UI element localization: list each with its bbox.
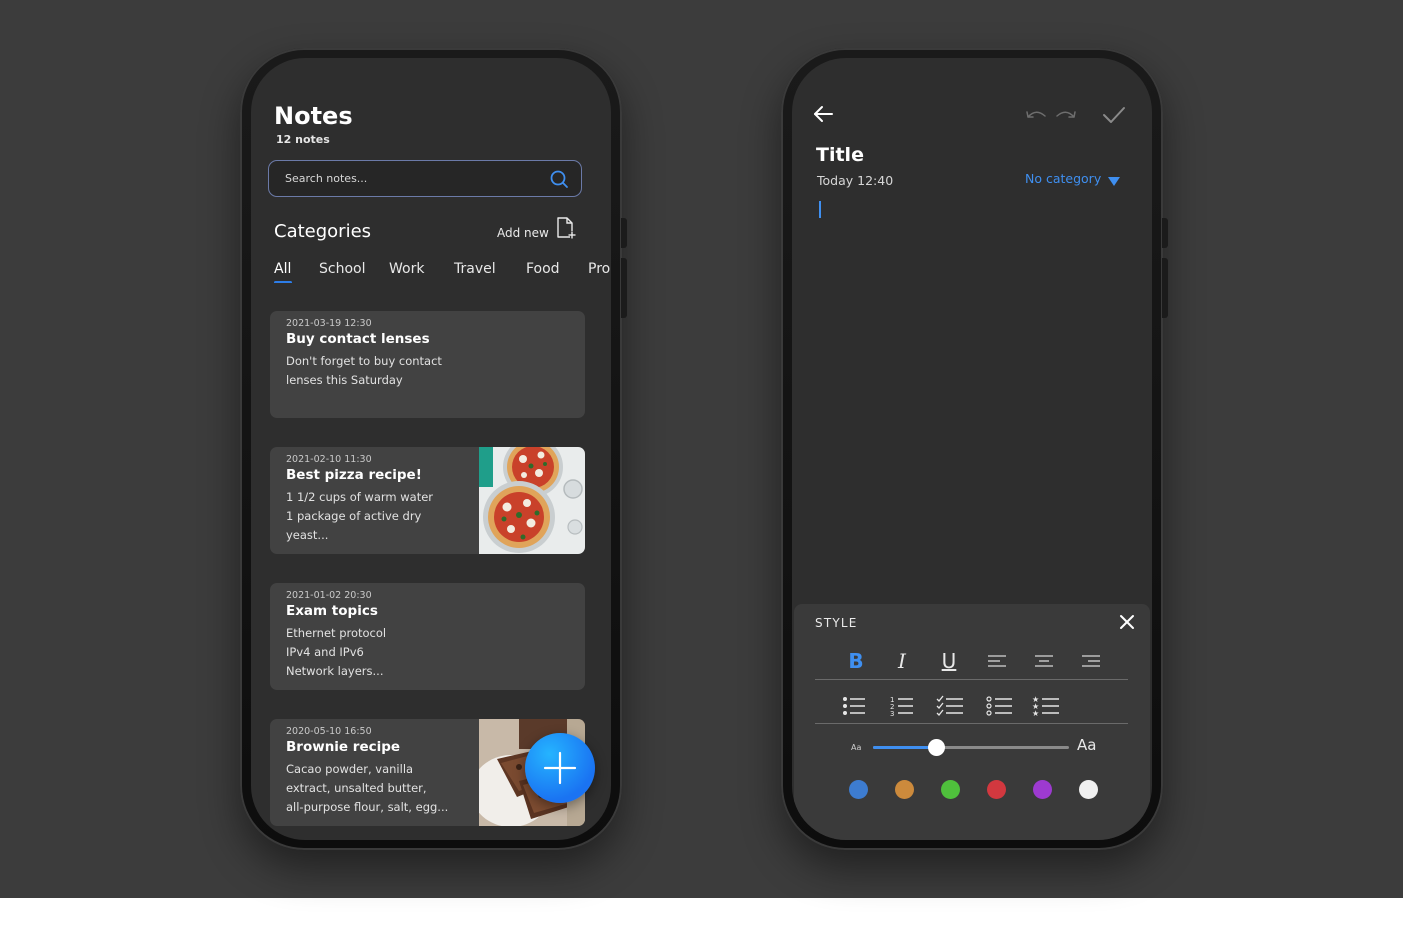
note-title: Brownie recipe (286, 739, 401, 755)
categories-heading: Categories (274, 221, 372, 242)
note-card[interactable]: 2021-01-02 20:30 Exam topics Ethernet pr… (270, 583, 585, 690)
search-input[interactable]: Search notes... (268, 160, 582, 197)
divider (815, 679, 1128, 680)
notes-count: 12 notes (276, 133, 330, 146)
note-preview: Don't forget to buy contact lenses this … (286, 354, 442, 387)
tab-school[interactable]: School (319, 261, 365, 277)
italic-button[interactable]: I (889, 648, 915, 674)
color-swatch-orange[interactable] (895, 780, 914, 799)
note-preview: Cacao powder, vanilla extract, unsalted … (286, 762, 449, 814)
tab-all[interactable]: All (274, 261, 291, 277)
numbered-list-icon[interactable]: 1 2 3 (887, 694, 917, 718)
tab-work[interactable]: Work (389, 261, 424, 277)
note-body-editor[interactable] (812, 198, 1132, 588)
color-swatch-green[interactable] (941, 780, 960, 799)
svg-text:★: ★ (1032, 709, 1039, 718)
canvas-background: Notes 12 notes Search notes... Categorie… (0, 0, 1403, 898)
category-tabs: All School Work Travel Food Pro (274, 261, 611, 283)
search-placeholder: Search notes... (285, 172, 368, 185)
color-swatch-purple[interactable] (1033, 780, 1052, 799)
plus-icon (543, 751, 577, 785)
note-preview: Ethernet protocol IPv4 and IPv6 Network … (286, 626, 387, 678)
note-preview: 1 1/2 cups of warm water 1 package of ac… (286, 490, 434, 542)
phone-side-button (621, 258, 627, 318)
style-panel: STYLE B I U 1 2 3 ★ ★ ★ Aa Aa (794, 604, 1150, 840)
align-right-icon[interactable] (1078, 648, 1104, 674)
checklist-icon[interactable] (935, 694, 965, 718)
undo-icon[interactable] (1024, 106, 1048, 124)
category-dropdown[interactable]: No category (1025, 171, 1101, 186)
add-category-button[interactable]: Add new (497, 226, 549, 240)
editor-screen: Title Today 12:40 No category STYLE B I … (792, 58, 1152, 840)
tab-pro[interactable]: Pro (588, 261, 610, 277)
color-swatch-red[interactable] (987, 780, 1006, 799)
note-title: Exam topics (286, 603, 378, 619)
redo-icon[interactable] (1054, 106, 1078, 124)
align-left-icon[interactable] (984, 648, 1010, 674)
page-title: Notes (274, 102, 353, 130)
bullet-list-icon[interactable] (839, 694, 869, 718)
pizza-photo (479, 447, 585, 554)
underline-button[interactable]: U (936, 648, 962, 674)
close-icon[interactable] (1119, 614, 1135, 630)
tab-food[interactable]: Food (526, 261, 560, 277)
note-title: Best pizza recipe! (286, 467, 422, 483)
notes-screen: Notes 12 notes Search notes... Categorie… (251, 58, 611, 840)
align-center-icon[interactable] (1031, 648, 1057, 674)
color-swatch-blue[interactable] (849, 780, 868, 799)
note-date: 2021-02-10 11:30 (286, 454, 372, 465)
font-size-large-label: Aa (1077, 736, 1097, 754)
font-size-slider[interactable] (873, 739, 1069, 756)
note-date: 2020-05-10 16:50 (286, 726, 372, 737)
note-title-field[interactable]: Title (816, 144, 864, 166)
chevron-down-icon[interactable] (1108, 177, 1120, 186)
circle-list-icon[interactable] (984, 694, 1014, 718)
svg-text:3: 3 (890, 710, 894, 718)
phone-side-button (1162, 218, 1168, 248)
save-check-icon[interactable] (1101, 103, 1127, 127)
search-icon[interactable] (549, 169, 569, 189)
phone-side-button (1162, 258, 1168, 318)
phone-side-button (621, 218, 627, 248)
slider-handle[interactable] (927, 739, 945, 756)
back-arrow-icon[interactable] (812, 102, 836, 126)
phone-note-editor: Title Today 12:40 No category STYLE B I … (781, 48, 1168, 850)
style-panel-label: STYLE (815, 616, 858, 630)
star-list-icon[interactable]: ★ ★ ★ (1031, 694, 1061, 718)
add-file-icon[interactable] (555, 216, 577, 240)
note-date: Today 12:40 (817, 173, 894, 188)
note-card[interactable]: 2021-02-10 11:30 Best pizza recipe! 1 1/… (270, 447, 585, 554)
tab-travel[interactable]: Travel (454, 261, 496, 277)
divider (815, 723, 1128, 724)
phone-notes-list: Notes 12 notes Search notes... Categorie… (240, 48, 627, 850)
font-size-small-label: Aa (851, 743, 862, 752)
note-date: 2021-03-19 12:30 (286, 318, 372, 329)
color-swatch-white[interactable] (1079, 780, 1098, 799)
bold-button[interactable]: B (843, 648, 869, 674)
note-title: Buy contact lenses (286, 331, 430, 347)
active-tab-indicator (274, 281, 292, 283)
note-card[interactable]: 2021-03-19 12:30 Buy contact lenses Don'… (270, 311, 585, 418)
slider-fill (873, 746, 936, 749)
add-note-button[interactable] (525, 733, 595, 803)
note-date: 2021-01-02 20:30 (286, 590, 372, 601)
